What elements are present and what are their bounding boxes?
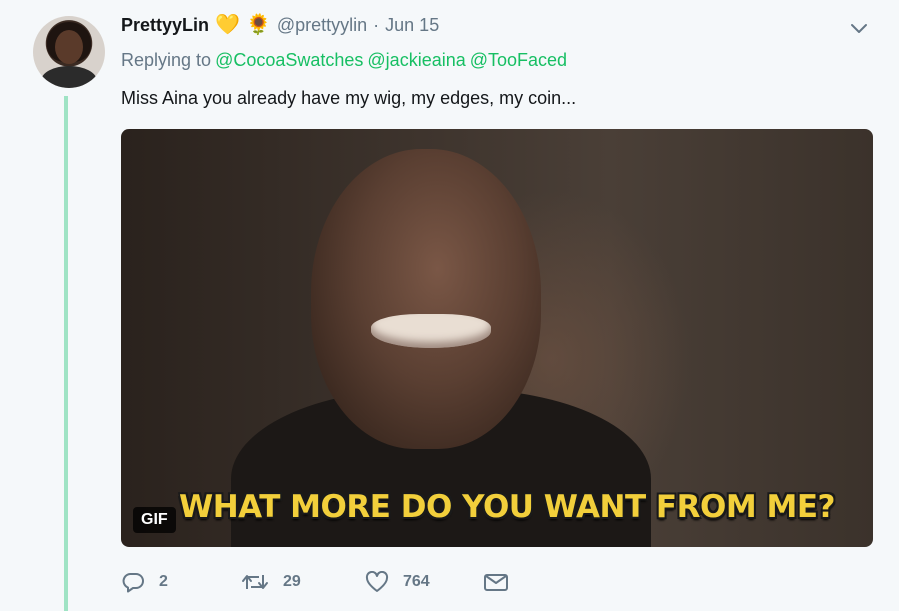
- like-button[interactable]: 764: [365, 571, 483, 593]
- tweet-date[interactable]: Jun 15: [385, 15, 439, 36]
- retweet-count: 29: [283, 573, 301, 590]
- envelope-icon: [483, 571, 509, 593]
- mention-link[interactable]: @jackieaina: [367, 50, 465, 70]
- gif-media[interactable]: WHAT MORE DO YOU WANT FROM ME? GIF: [121, 129, 873, 547]
- retweet-icon: [241, 571, 269, 593]
- avatar[interactable]: [33, 16, 105, 88]
- media-figure-teeth: [371, 314, 491, 348]
- retweet-button[interactable]: 29: [241, 571, 361, 593]
- yellow-heart-emoji: 💛: [215, 14, 240, 36]
- display-name[interactable]: PrettyyLin: [121, 15, 209, 36]
- direct-message-button[interactable]: [483, 571, 509, 593]
- thread-line: [64, 96, 68, 611]
- tweet: PrettyyLin 💛 🌻 @prettyylin · Jun 15 Repl…: [0, 0, 899, 611]
- reply-button[interactable]: 2: [121, 571, 239, 593]
- user-handle[interactable]: @prettyylin: [277, 15, 367, 36]
- like-count: 764: [403, 573, 430, 590]
- sunflower-emoji: 🌻: [245, 14, 271, 36]
- heart-icon: [365, 571, 389, 593]
- separator-dot: ·: [373, 14, 380, 35]
- replying-to-label: Replying to: [121, 50, 212, 70]
- gif-badge: GIF: [133, 507, 176, 533]
- avatar-face: [55, 30, 83, 64]
- reply-icon: [121, 571, 145, 593]
- replying-to: Replying to @CocoaSwatches @jackieaina @Too…: [121, 50, 567, 71]
- tweet-actions: 2 29 764: [121, 568, 509, 596]
- reply-count: 2: [159, 573, 168, 590]
- tweet-header: PrettyyLin 💛 🌻 @prettyylin · Jun 15: [121, 12, 439, 38]
- chevron-down-icon[interactable]: [848, 18, 870, 40]
- gif-caption: WHAT MORE DO YOU WANT FROM ME?: [179, 489, 835, 525]
- media-figure-head: [311, 149, 541, 449]
- tweet-text: Miss Aina you already have my wig, my ed…: [121, 88, 577, 108]
- mention-link[interactable]: @CocoaSwatches: [215, 50, 363, 70]
- avatar-shoulders: [41, 66, 97, 88]
- mention-link[interactable]: @TooFaced: [470, 50, 567, 70]
